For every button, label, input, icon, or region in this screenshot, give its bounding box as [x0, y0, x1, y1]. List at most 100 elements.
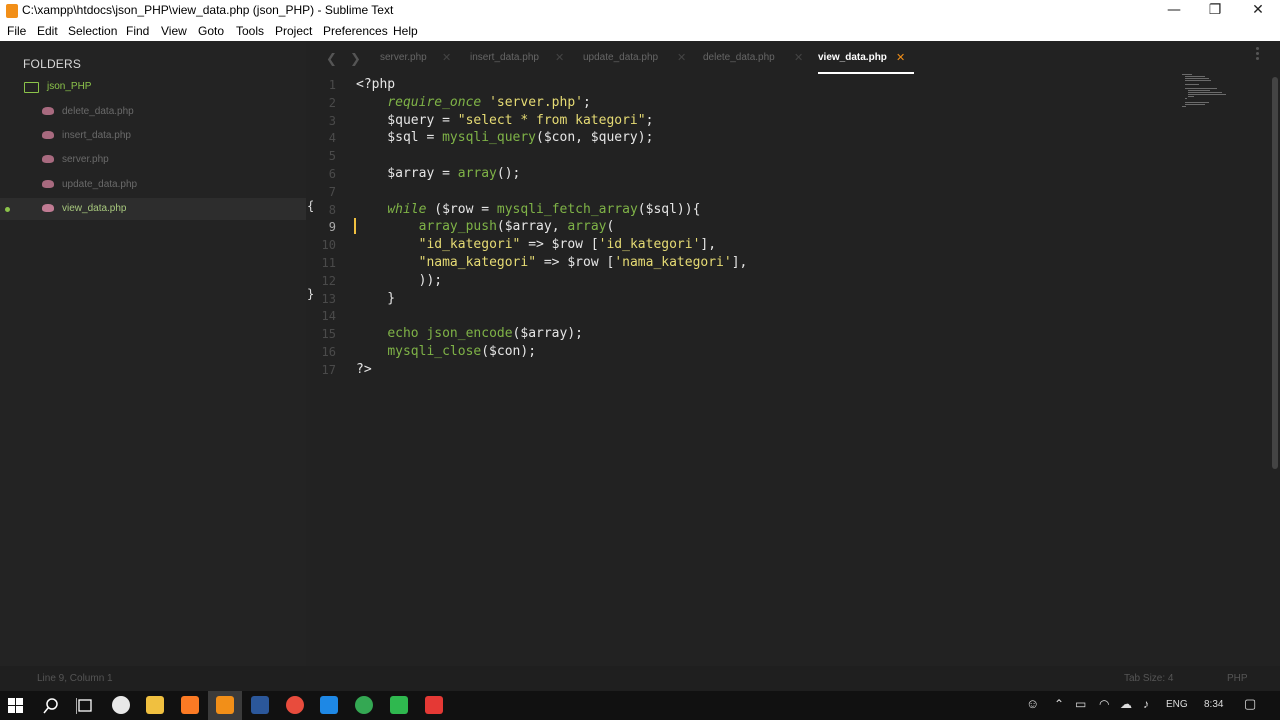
language-indicator[interactable]: ENG [1166, 699, 1188, 710]
line-number: 1 [328, 78, 336, 92]
tab-close-icon[interactable]: ✕ [442, 51, 451, 64]
sidebar-file-delete-data[interactable]: delete_data.php [0, 101, 306, 123]
tab-label: view_data.php [818, 52, 887, 63]
chrome-icon[interactable] [355, 696, 373, 714]
clock[interactable]: 8:34 [1204, 699, 1223, 710]
code-line[interactable]: 10 "id_kategori" => $row ['id_kategori']… [306, 237, 1166, 255]
sidebar-file-label: insert_data.php [62, 130, 131, 141]
code-line[interactable]: 6 $array = array(); [306, 166, 1166, 184]
menu-selection[interactable]: Selection [68, 24, 117, 38]
xampp-icon[interactable] [181, 696, 199, 714]
app-red-circle-icon[interactable] [286, 696, 304, 714]
tab-view-data[interactable]: view_data.php ✕ [818, 41, 918, 77]
code-token: ($array, [496, 219, 568, 235]
file-explorer-icon[interactable] [146, 696, 164, 714]
cloud-icon[interactable]: ☁ [1120, 697, 1132, 711]
fold-open-icon[interactable]: { [307, 199, 314, 213]
code-line[interactable]: 3 $query = "select * from kategori"; [306, 113, 1166, 131]
tab-close-icon[interactable]: ✕ [896, 51, 905, 64]
code-line[interactable]: 16 mysqli_close($con); [306, 344, 1166, 362]
code-line[interactable]: 9 array_push($array, array( [306, 219, 1166, 237]
code-line[interactable]: 11 "nama_kategori" => $row ['nama_katego… [306, 255, 1166, 273]
restore-button[interactable]: ❐ [1193, 0, 1237, 22]
code-line[interactable]: 4 $sql = mysqli_query($con, $query); [306, 130, 1166, 148]
minimize-button[interactable]: — [1152, 0, 1196, 22]
code-line[interactable]: 17 ?> [306, 362, 1166, 380]
tab-prev-arrow-icon[interactable]: ❮ [326, 52, 337, 67]
sidebar-folder-json-php[interactable]: json_PHP [0, 77, 306, 97]
sidebar-file-label: delete_data.php [62, 106, 134, 117]
code-line[interactable]: 15 echo json_encode($array); [306, 326, 1166, 344]
sidebar-file-view-data[interactable]: view_data.php [0, 198, 306, 220]
menu-find[interactable]: Find [126, 24, 149, 38]
tab-overflow-menu-icon[interactable] [1256, 47, 1260, 62]
fold-close-icon[interactable]: } [307, 287, 314, 301]
wifi-icon[interactable]: ◠ [1099, 697, 1109, 711]
tab-update-data[interactable]: update_data.php ✕ [583, 41, 693, 77]
menu-tools[interactable]: Tools [236, 24, 264, 38]
code-text: while ($row = mysqli_fetch_array($sql)){ [356, 202, 700, 217]
code-line[interactable]: 7 [306, 184, 1166, 202]
app-green-icon[interactable] [390, 696, 408, 714]
tab-label: update_data.php [583, 52, 659, 63]
code-token: "id_kategori" [418, 237, 521, 253]
php-elephant-icon [42, 131, 54, 139]
close-window-button[interactable]: ✕ [1236, 0, 1280, 22]
tab-size-indicator[interactable]: Tab Size: 4 [1124, 673, 1173, 684]
code-line[interactable]: 5 [306, 148, 1166, 166]
tab-delete-data[interactable]: delete_data.php ✕ [703, 41, 813, 77]
menu-goto[interactable]: Goto [198, 24, 224, 38]
menu-edit[interactable]: Edit [37, 24, 58, 38]
code-line[interactable]: 14 [306, 308, 1166, 326]
code-text: $query = "select * from kategori"; [356, 113, 653, 128]
sidebar-file-update-data[interactable]: update_data.php [0, 174, 306, 196]
code-text: mysqli_close($con); [356, 344, 536, 359]
code-token: mysqli_fetch_array [496, 201, 638, 217]
vertical-scrollbar[interactable] [1272, 77, 1278, 469]
code-editor[interactable]: 1 <?php 2 require_once 'server.php'; 3 $que… [306, 77, 1280, 666]
tab-close-icon[interactable]: ✕ [794, 51, 803, 64]
modified-dot-icon [5, 207, 10, 212]
menu-preferences[interactable]: Preferences [323, 24, 388, 38]
code-line[interactable]: 2 require_once 'server.php'; [306, 95, 1166, 113]
app-red-square-icon[interactable] [425, 696, 443, 714]
windows-start-icon[interactable] [8, 698, 24, 714]
search-icon[interactable] [43, 698, 59, 714]
battery-icon[interactable]: ▭ [1075, 697, 1086, 711]
tab-close-icon[interactable]: ✕ [555, 51, 564, 64]
sidebar-file-insert-data[interactable]: insert_data.php [0, 125, 306, 147]
task-view-icon[interactable] [76, 698, 94, 714]
volume-icon[interactable]: ♪ [1143, 697, 1149, 711]
tab-server[interactable]: server.php ✕ [380, 41, 460, 77]
chevron-up-icon[interactable]: ⌃ [1054, 697, 1064, 711]
code-text: "nama_kategori" => $row ['nama_kategori'… [356, 255, 748, 270]
php-elephant-icon [42, 204, 54, 212]
code-line[interactable]: 1 <?php [306, 77, 1166, 95]
syntax-indicator[interactable]: PHP [1227, 673, 1248, 684]
sidebar-file-server[interactable]: server.php [0, 149, 306, 171]
code-line[interactable]: 8 while ($row = mysqli_fetch_array($sql)… [306, 202, 1166, 220]
menu-view[interactable]: View [161, 24, 187, 38]
tab-insert-data[interactable]: insert_data.php ✕ [470, 41, 572, 77]
word-icon[interactable] [251, 696, 269, 714]
code-line[interactable]: 12 )); [306, 273, 1166, 291]
sublime-text-taskbar-icon[interactable] [216, 696, 234, 714]
menu-help[interactable]: Help [393, 24, 418, 38]
folder-icon [24, 82, 39, 93]
php-elephant-icon [42, 180, 54, 188]
code-token: require_once [387, 94, 482, 110]
tab-next-arrow-icon[interactable]: ❯ [350, 52, 361, 67]
tab-close-icon[interactable]: ✕ [677, 51, 686, 64]
app-blue-arrow-icon[interactable] [320, 696, 338, 714]
people-icon[interactable]: ☺ [1026, 696, 1039, 711]
menu-project[interactable]: Project [275, 24, 312, 38]
notifications-icon[interactable]: ▢ [1244, 696, 1256, 712]
menu-file[interactable]: File [7, 24, 26, 38]
emoji-app-icon[interactable] [112, 696, 130, 714]
code-text: )); [356, 273, 442, 288]
minimap[interactable] [1182, 74, 1226, 108]
code-line[interactable]: 13 } [306, 291, 1166, 309]
code-token: ], [700, 237, 717, 253]
